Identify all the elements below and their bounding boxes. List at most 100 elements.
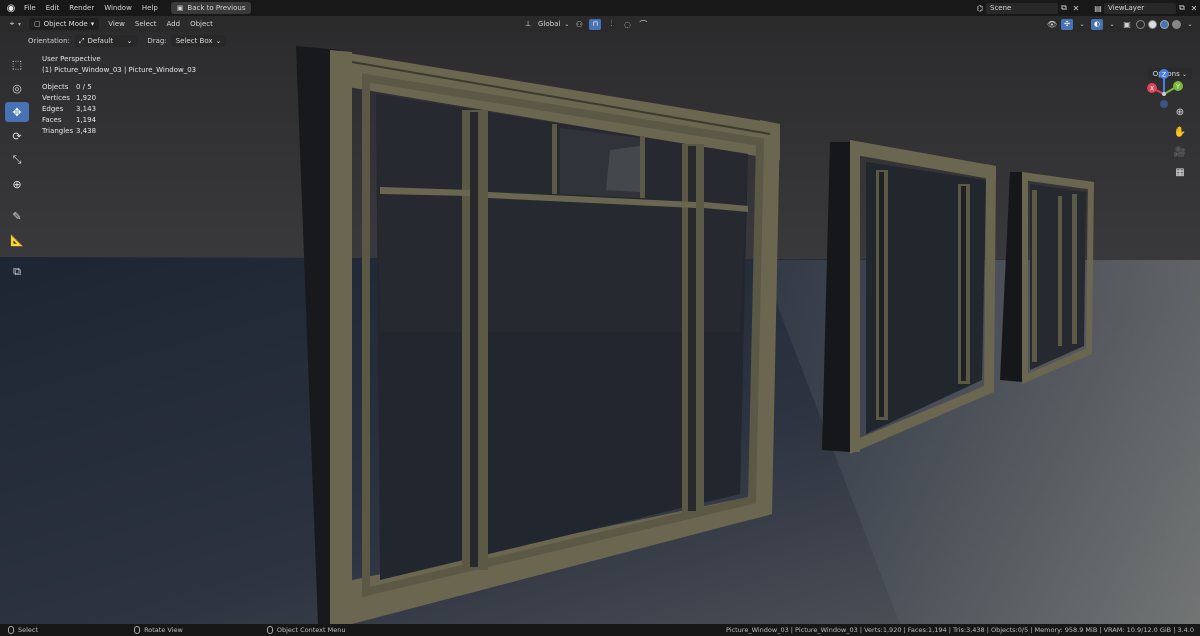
- solid-shading-icon[interactable]: [1148, 19, 1157, 29]
- delete-view-layer-icon[interactable]: ✕: [1188, 2, 1200, 14]
- scene-icon[interactable]: ⌬: [974, 2, 986, 14]
- menu-file[interactable]: File: [19, 0, 41, 16]
- rendered-shading-icon[interactable]: [1172, 19, 1181, 29]
- cursor-tool-icon[interactable]: ◎: [5, 78, 29, 98]
- overlay-toggle-icon[interactable]: ◐: [1091, 18, 1103, 30]
- tool-settings-bar: Orientation: ⤢ Default ⌄ Drag: Select Bo…: [0, 32, 1200, 49]
- pivot-icon[interactable]: ⚇: [573, 18, 585, 30]
- stat-label: Edges: [42, 105, 64, 113]
- new-scene-icon[interactable]: ⧉: [1058, 2, 1070, 14]
- stat-value: 1,194: [76, 116, 97, 124]
- camera-view-icon[interactable]: 🎥: [1172, 144, 1188, 160]
- drag-dropdown[interactable]: Select Box ⌄: [170, 34, 227, 47]
- stat-row: Faces 1,194: [42, 115, 196, 126]
- transform-tool-icon[interactable]: ⊕: [5, 174, 29, 194]
- perspective-label: User Perspective: [42, 55, 101, 63]
- editor-type-icon[interactable]: ⌖: [6, 18, 18, 30]
- view-layer-name: ViewLayer: [1108, 3, 1145, 12]
- snap-target-icon[interactable]: ⫶: [605, 18, 617, 30]
- proportional-edit-icon[interactable]: ◌: [621, 18, 633, 30]
- delete-scene-icon[interactable]: ✕: [1070, 2, 1082, 14]
- pan-hand-icon[interactable]: ✋: [1172, 124, 1188, 140]
- mouse-middle-icon: [134, 626, 141, 634]
- shading-controls: 👁 ✣ ⌄ ◐ ⌄ ▣ ⌄: [1046, 16, 1200, 32]
- menu-help[interactable]: Help: [137, 0, 163, 16]
- chevron-down-icon: ⌄: [215, 36, 222, 45]
- chevron-down-icon: ⌄: [126, 36, 133, 45]
- menu-render[interactable]: Render: [64, 0, 99, 16]
- visibility-icon[interactable]: 👁: [1046, 18, 1058, 30]
- stat-row: Triangles 3,438: [42, 126, 196, 137]
- add-cube-tool-icon[interactable]: ⧉: [5, 262, 29, 282]
- mode-dropdown[interactable]: ▢ Object Mode ▾: [29, 18, 100, 30]
- select-box-tool-icon[interactable]: ⬚: [5, 54, 29, 74]
- zoom-icon[interactable]: ⊕: [1172, 104, 1188, 120]
- material-shading-icon[interactable]: [1160, 19, 1169, 29]
- tool-shelf: ⬚ ◎ ✥ ⟳ ⤡ ⊕ ✎ 📐 ⧉: [5, 54, 29, 282]
- scene-statistics: Objects 0 / 5 Vertices 1,920 Edges 3,143…: [42, 82, 196, 137]
- x-axis-label: X: [1150, 86, 1154, 93]
- annotate-tool-icon[interactable]: ✎: [5, 206, 29, 226]
- snap-icon[interactable]: ⊓: [589, 18, 602, 30]
- measure-tool-icon[interactable]: 📐: [5, 230, 29, 250]
- fullscreen-icon: ▣: [176, 4, 184, 12]
- window-small: [1000, 172, 1094, 384]
- gizmo-chevron-icon[interactable]: ⌄: [1076, 18, 1088, 30]
- view-layer-field[interactable]: ViewLayer: [1104, 2, 1176, 14]
- top-menu-bar: ◉ File Edit Render Window Help ▣ Back to…: [0, 0, 1200, 16]
- status-context: Object Context Menu: [266, 626, 346, 634]
- rotate-tool-icon[interactable]: ⟳: [5, 126, 29, 146]
- shading-chevron-icon[interactable]: ⌄: [1184, 18, 1196, 30]
- new-view-layer-icon[interactable]: ⧉: [1176, 2, 1188, 14]
- stat-label: Objects: [42, 83, 69, 91]
- status-rotate: Rotate View: [134, 626, 183, 634]
- menu-add[interactable]: Add: [162, 16, 186, 32]
- mouse-right-icon: [266, 626, 273, 634]
- status-bar: Select Rotate View Object Context Menu P…: [0, 624, 1200, 636]
- move-tool-icon[interactable]: ✥: [5, 102, 29, 122]
- status-select: Select: [8, 626, 38, 634]
- menu-edit[interactable]: Edit: [41, 0, 65, 16]
- orientation-chevron-icon[interactable]: ⌄: [564, 21, 569, 28]
- view-layer-icon[interactable]: ▤: [1092, 2, 1104, 14]
- drag-value: Select Box: [175, 36, 213, 45]
- status-rotate-label: Rotate View: [144, 626, 183, 634]
- gizmo-toggle-icon[interactable]: ✣: [1061, 18, 1073, 30]
- active-object-label: (1) Picture_Window_03 | Picture_Window_0…: [42, 66, 197, 74]
- menu-window[interactable]: Window: [99, 0, 137, 16]
- z-axis-label: Z: [1162, 72, 1166, 79]
- perspective-toggle-icon[interactable]: ▦: [1172, 164, 1188, 180]
- editor-type-chevron-icon[interactable]: ▾: [18, 21, 21, 28]
- scene-field[interactable]: Scene: [986, 2, 1058, 14]
- orientation-icon[interactable]: ⟂: [522, 18, 534, 30]
- falloff-icon[interactable]: ⌒: [637, 18, 649, 30]
- orientation-dropdown[interactable]: ⤢ Default ⌄: [73, 34, 138, 47]
- stat-label: Vertices: [42, 94, 70, 102]
- scale-tool-icon[interactable]: ⤡: [5, 150, 29, 170]
- toolbar-divider: [5, 254, 29, 258]
- stat-value: 0 / 5: [76, 83, 92, 91]
- stat-row: Vertices 1,920: [42, 93, 196, 104]
- top-right-controls: ⌬ Scene ⧉ ✕ ▤ ViewLayer ⧉ ✕: [974, 0, 1200, 16]
- stat-row: Objects 0 / 5: [42, 82, 196, 93]
- back-to-previous-label: Back to Previous: [187, 4, 246, 12]
- stat-value: 3,143: [76, 105, 97, 113]
- overlay-chevron-icon[interactable]: ⌄: [1106, 18, 1118, 30]
- mode-label: Object Mode: [43, 20, 88, 28]
- menu-object[interactable]: Object: [185, 16, 218, 32]
- orientation-label: Orientation:: [28, 36, 70, 45]
- back-to-previous-button[interactable]: ▣ Back to Previous: [170, 2, 252, 14]
- stat-value: 3,438: [76, 127, 97, 135]
- viewport-overlay-text: User Perspective (1) Picture_Window_03 |…: [42, 54, 196, 137]
- blender-logo-icon[interactable]: ◉: [3, 0, 19, 16]
- wireframe-shading-icon[interactable]: [1136, 19, 1145, 29]
- xray-icon[interactable]: ▣: [1121, 18, 1133, 30]
- status-select-label: Select: [18, 626, 39, 634]
- navigation-gizmo: Z Y X ⊕ ✋ 🎥 ▦: [1134, 66, 1194, 246]
- menu-view[interactable]: View: [103, 16, 130, 32]
- scene-name: Scene: [990, 3, 1012, 12]
- orientation-label[interactable]: Global: [538, 20, 560, 28]
- status-context-label: Object Context Menu: [276, 626, 346, 634]
- menu-select[interactable]: Select: [130, 16, 162, 32]
- object-mode-icon: ▢: [34, 20, 41, 28]
